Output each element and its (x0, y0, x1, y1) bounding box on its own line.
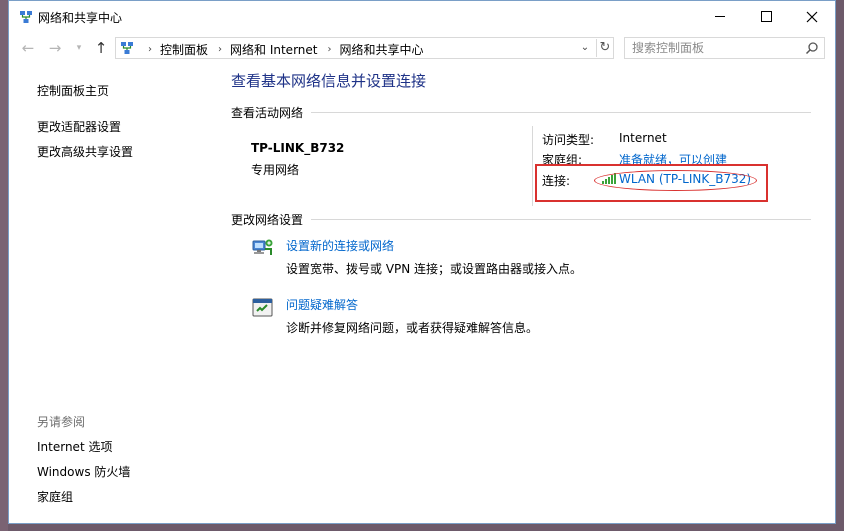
up-button[interactable]: ↑ (91, 38, 111, 58)
window-title: 网络和共享中心 (38, 11, 123, 25)
network-name: TP-LINK_B732 (251, 141, 345, 155)
minimize-icon (715, 16, 725, 17)
active-networks-heading: 查看活动网络 (231, 106, 304, 120)
breadcrumb-separator-icon[interactable]: › (218, 44, 222, 55)
change-adapter-settings-link[interactable]: 更改适配器设置 (37, 118, 121, 135)
refresh-icon: ↻ (599, 40, 611, 55)
breadcrumb-network-internet[interactable]: 网络和 Internet (230, 41, 317, 58)
close-icon (806, 11, 818, 22)
troubleshoot-link[interactable]: 问题疑难解答 (286, 296, 358, 313)
maximize-button[interactable] (743, 1, 789, 32)
network-type: 专用网络 (251, 163, 300, 177)
windows-firewall-link[interactable]: Windows 防火墙 (37, 463, 130, 480)
title-bar: 网络和共享中心 (9, 1, 835, 32)
back-arrow-icon: ← (21, 39, 35, 57)
search-icon[interactable] (805, 41, 819, 55)
chevron-down-icon: ▾ (76, 43, 82, 53)
control-panel-icon (121, 42, 133, 54)
divider (311, 219, 811, 220)
internet-options-link[interactable]: Internet 选项 (37, 438, 112, 455)
change-advanced-sharing-link[interactable]: 更改高级共享设置 (37, 143, 133, 160)
chevron-down-icon: ⌄ (580, 42, 590, 53)
breadcrumb-separator-icon[interactable]: › (327, 44, 331, 55)
refresh-button[interactable]: ↻ (596, 39, 613, 57)
search-box[interactable] (624, 37, 825, 59)
breadcrumb-separator-icon: › (148, 44, 152, 55)
new-connection-icon (252, 239, 273, 255)
close-button[interactable] (789, 1, 835, 32)
access-type-label: 访问类型: (542, 133, 595, 147)
up-arrow-icon: ↑ (94, 39, 108, 57)
homegroup-link[interactable]: 家庭组 (37, 488, 73, 505)
search-input[interactable] (625, 38, 802, 58)
control-panel-home-link[interactable]: 控制面板主页 (37, 82, 109, 99)
troubleshoot-description: 诊断并修复网络问题，或者获得疑难解答信息。 (286, 321, 539, 335)
desktop-background (0, 0, 8, 531)
minimize-button[interactable] (697, 1, 743, 32)
address-dropdown-button[interactable]: ⌄ (578, 40, 592, 56)
divider (532, 126, 533, 206)
setup-new-connection-description: 设置宽带、拨号或 VPN 连接；或设置路由器或接入点。 (286, 262, 583, 276)
setup-new-connection-link[interactable]: 设置新的连接或网络 (286, 237, 394, 254)
troubleshoot-icon (252, 298, 273, 317)
divider (311, 112, 811, 113)
navigation-bar: ← → ▾ ↑ › 控制面板 › 网络和 Internet › 网络和共享中心 … (9, 35, 835, 61)
forward-button[interactable]: → (45, 38, 65, 58)
network-sharing-center-window: 网络和共享中心 ← → ▾ ↑ › 控制面板 › 网络和 Internet › (8, 0, 836, 524)
forward-arrow-icon: → (48, 39, 62, 57)
breadcrumb: › 控制面板 › 网络和 Internet › 网络和共享中心 (138, 41, 424, 58)
breadcrumb-control-panel[interactable]: 控制面板 (160, 41, 208, 58)
page-title: 查看基本网络信息并设置连接 (231, 72, 427, 90)
address-bar[interactable]: › 控制面板 › 网络和 Internet › 网络和共享中心 ⌄ ↻ (115, 37, 614, 59)
breadcrumb-network-sharing-center[interactable]: 网络和共享中心 (339, 41, 423, 58)
network-center-icon (20, 11, 32, 23)
access-type-value: Internet (619, 131, 667, 145)
see-also-heading: 另请参阅 (37, 415, 86, 429)
highlight-ellipse (594, 170, 757, 191)
change-settings-heading: 更改网络设置 (231, 213, 304, 227)
back-button[interactable]: ← (18, 38, 38, 58)
maximize-icon (760, 11, 772, 22)
left-pane: 控制面板主页 更改适配器设置 更改高级共享设置 另请参阅 Internet 选项… (9, 63, 221, 523)
recent-locations-button[interactable]: ▾ (69, 38, 89, 58)
